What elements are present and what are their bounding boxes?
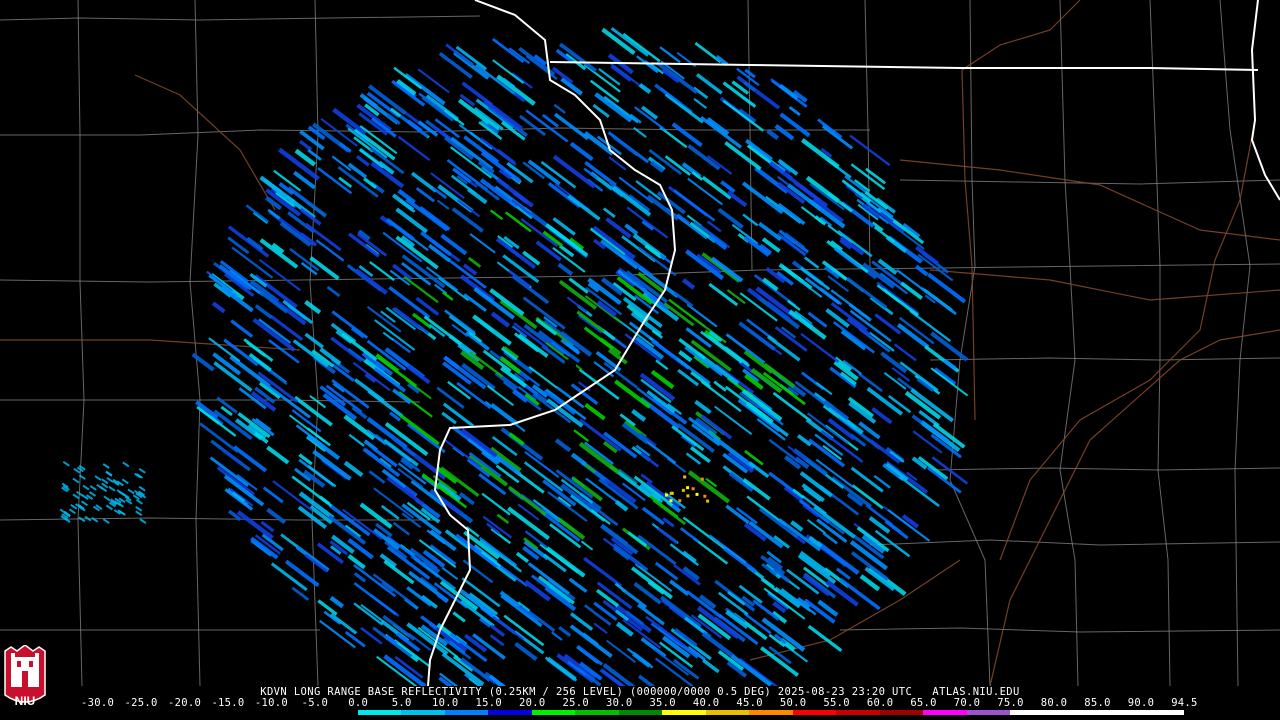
- scale-label: 70.0: [953, 697, 981, 709]
- scale-label: 60.0: [866, 697, 894, 709]
- scale-segment: [662, 710, 706, 715]
- scale-segment: [488, 710, 532, 715]
- scale-segment: [183, 710, 228, 715]
- scale-label: 35.0: [649, 697, 676, 709]
- scale-label: -10.0: [254, 697, 289, 709]
- scale-label: 45.0: [736, 697, 763, 709]
- scale-label: 55.0: [823, 697, 850, 709]
- scale-segment: [836, 710, 880, 715]
- scale-label: 15.0: [475, 697, 503, 709]
- scale-label: -15.0: [211, 697, 245, 709]
- scale-label: -20.0: [167, 697, 202, 709]
- scale-label: -30.0: [81, 697, 115, 709]
- scale-segment: [1010, 710, 1054, 715]
- scale-segment: [705, 710, 750, 715]
- scale-segment: [792, 710, 837, 715]
- scale-label: 90.0: [1127, 697, 1155, 709]
- color-scale-bar: [97, 710, 1185, 715]
- scale-label: 20.0: [519, 697, 546, 709]
- scale-label: 5.0: [391, 697, 412, 709]
- scale-segment: [1053, 710, 1098, 715]
- scale-label: 0.0: [348, 697, 369, 709]
- scale-segment: [531, 710, 576, 715]
- scale-segment: [314, 710, 358, 715]
- radar-map: [0, 0, 1280, 686]
- color-scale-labels: -30.0 -25.0 -20.0 -15.0 -10.0 -5.0 0.0 5.0 10.0 1…: [81, 697, 1198, 709]
- scale-segment: [227, 710, 271, 715]
- scale-label: 40.0: [692, 697, 720, 709]
- scale-label: 25.0: [562, 697, 589, 709]
- scale-label: 75.0: [997, 697, 1024, 709]
- scale-label: -25.0: [124, 697, 158, 709]
- scale-label: 30.0: [605, 697, 633, 709]
- scale-segment: [140, 710, 184, 715]
- scale-label: 10.0: [432, 697, 459, 709]
- scale-segment: [1097, 710, 1141, 715]
- scale-segment: [575, 710, 619, 715]
- scale-label: 50.0: [779, 697, 807, 709]
- scale-label: -5.0: [301, 697, 329, 709]
- scale-segment: [401, 710, 445, 715]
- scale-segment: [1140, 710, 1185, 715]
- scale-segment: [923, 710, 967, 715]
- scale-segment: [444, 710, 489, 715]
- scale-label: 85.0: [1084, 697, 1111, 709]
- scale-segment: [879, 710, 924, 715]
- niu-castle-logo-icon: NIU: [4, 645, 46, 708]
- scale-label: 94.5: [1171, 697, 1198, 709]
- scale-segment: [270, 710, 315, 715]
- scale-segment: [749, 710, 793, 715]
- scale-segment: [357, 710, 402, 715]
- scale-segment: [966, 710, 1011, 715]
- scale-segment: [618, 710, 663, 715]
- scale-segment: [97, 710, 141, 715]
- scale-label: 65.0: [910, 697, 937, 709]
- scale-label: 80.0: [1040, 697, 1068, 709]
